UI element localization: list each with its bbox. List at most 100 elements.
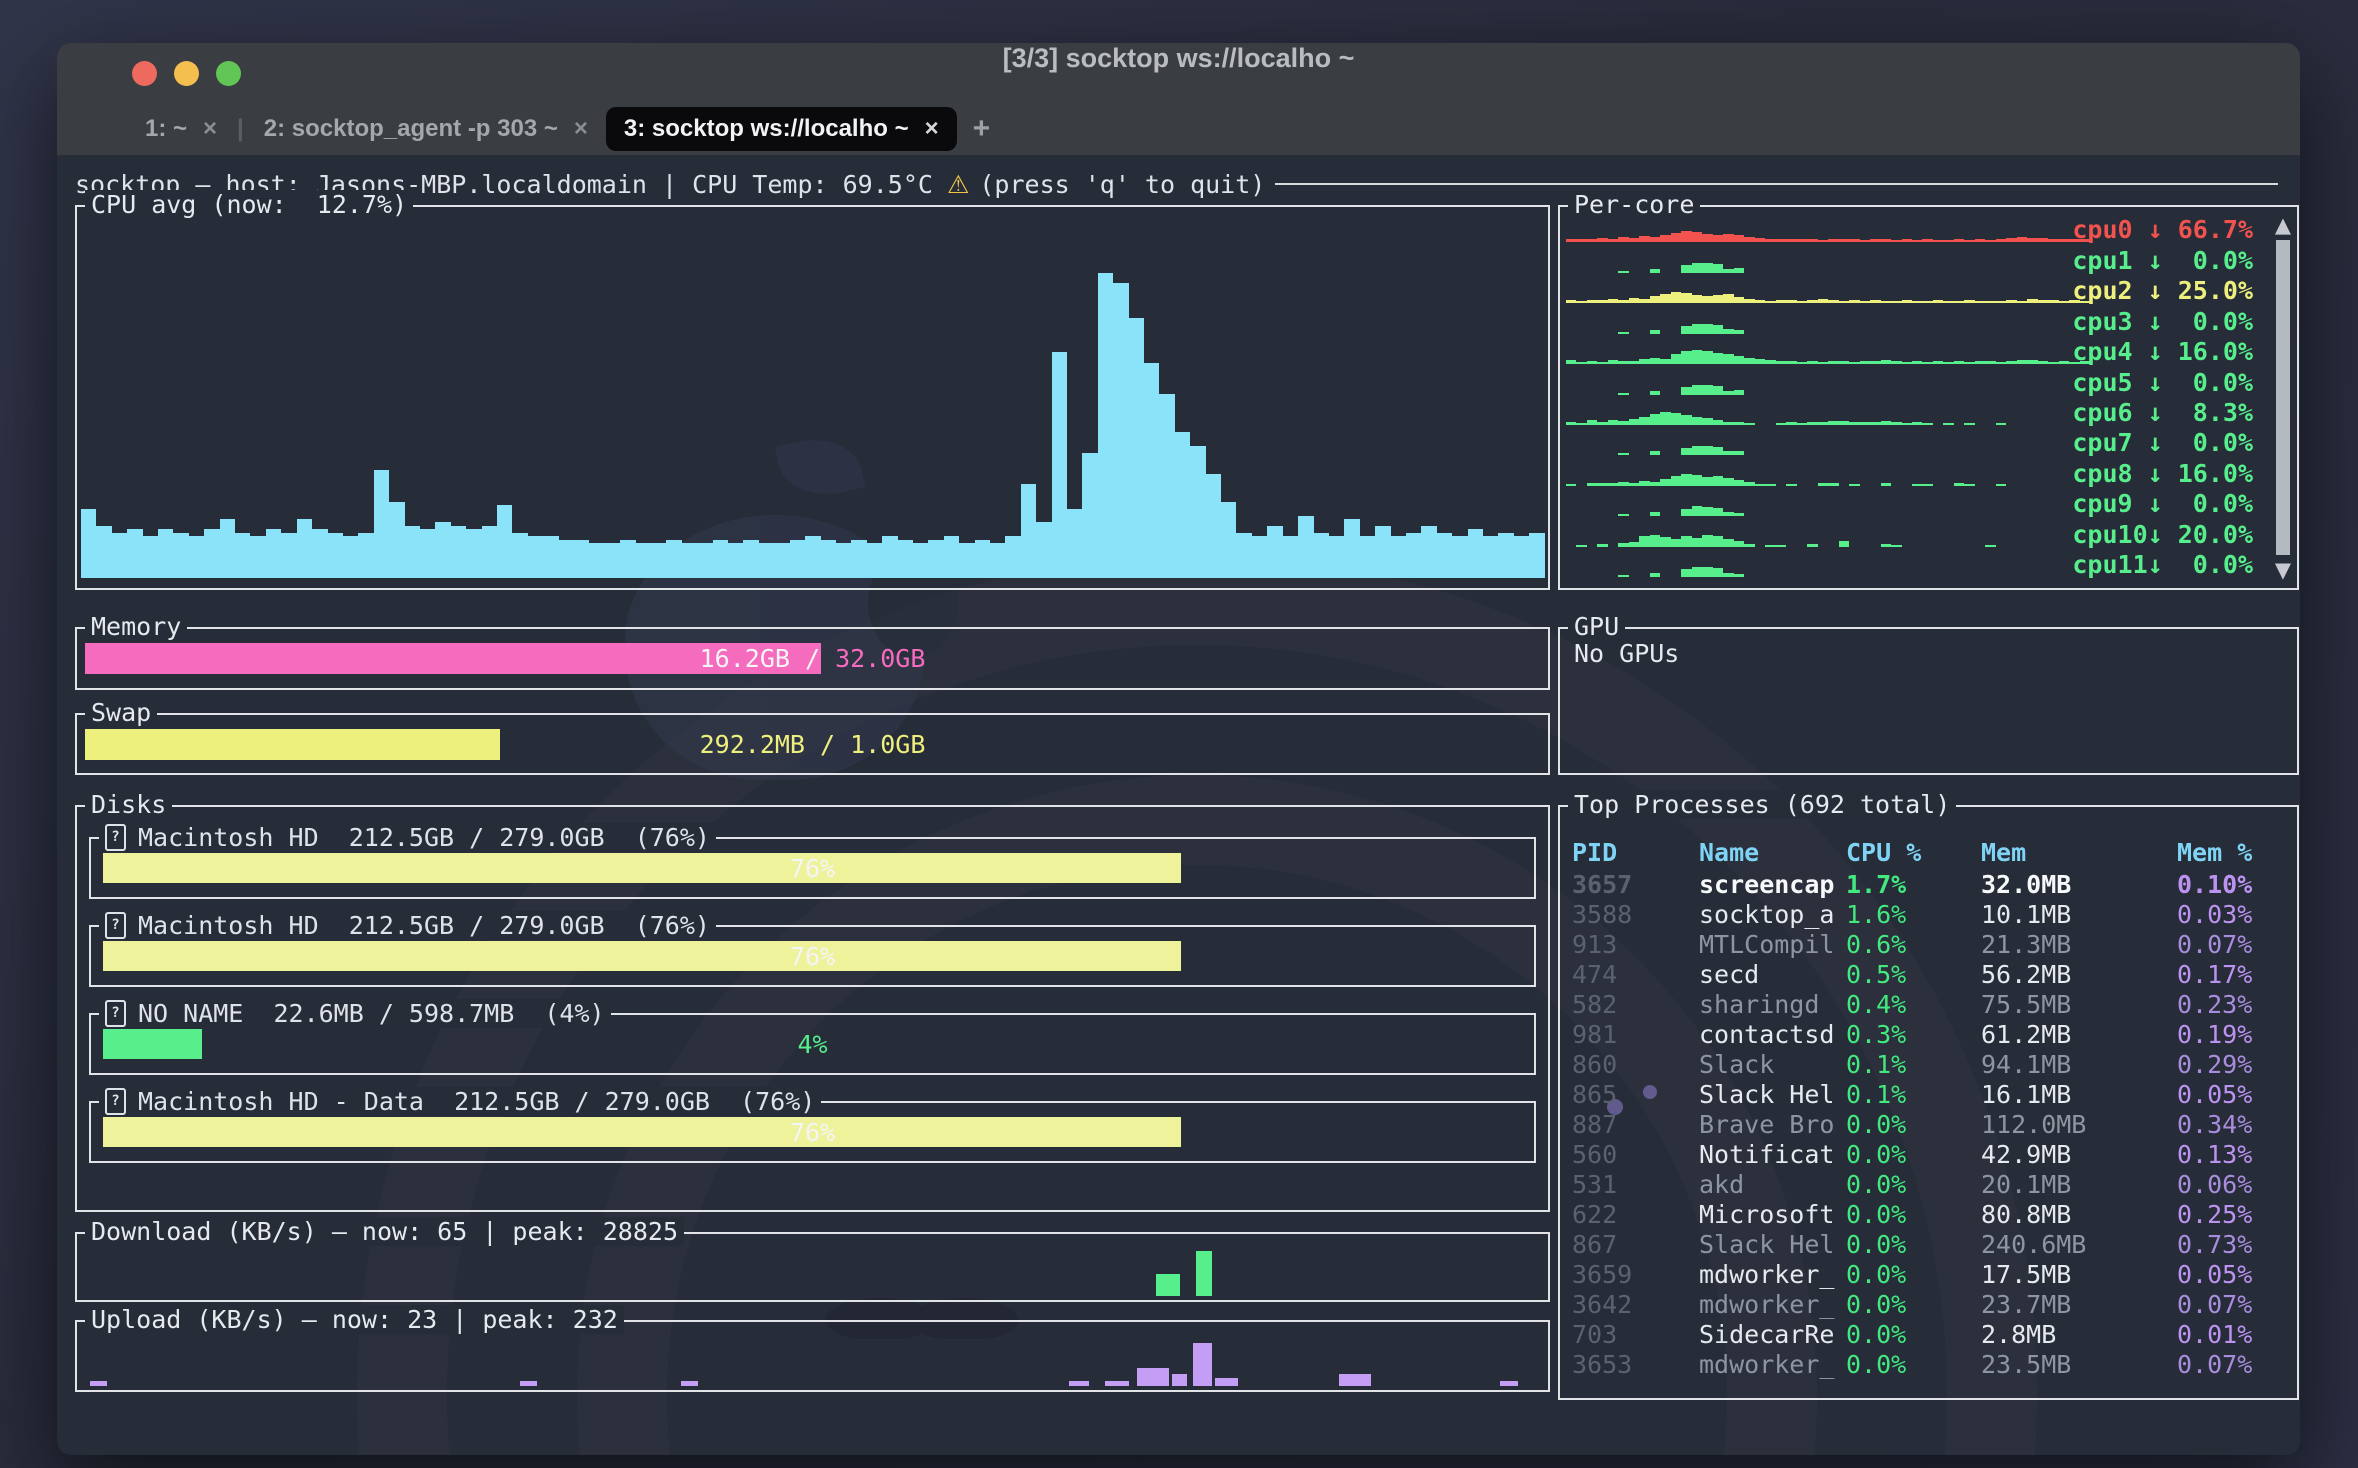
scroll-down-icon[interactable]: ▼ <box>2275 558 2291 582</box>
disk-info: Macintosh HD 212.5GB / 279.0GB (76%) <box>138 823 710 852</box>
spark-bar <box>1702 418 1712 425</box>
spark-bar <box>1723 329 1733 334</box>
spark-bar <box>1922 239 1932 242</box>
cpu-history-bar <box>821 540 836 578</box>
spark-bar <box>1891 361 1901 364</box>
spark-bar <box>1713 447 1723 456</box>
spark-bar <box>1723 512 1733 516</box>
spark-bar <box>1681 474 1691 486</box>
process-name: Brave Bro <box>1699 1110 1846 1139</box>
core-sparkline <box>1566 552 2090 577</box>
core-label: cpu6 ↓ 8.3% <box>2072 398 2253 427</box>
upload-bar <box>1069 1381 1089 1386</box>
spark-bar <box>1618 482 1628 486</box>
disk-panel: ?NO NAME 22.6MB / 598.7MB (4%)4% <box>89 1013 1536 1075</box>
cpu-history-bar <box>636 543 651 578</box>
spark-bar <box>1996 301 2006 304</box>
tab-3[interactable]: 3: socktop ws://localho ~× <box>606 107 957 151</box>
tab-close-icon[interactable]: × <box>925 115 939 143</box>
process-mem: 80.8MB <box>1981 1200 2177 1229</box>
spark-bar <box>1776 239 1786 242</box>
spark-bar <box>1576 239 1586 242</box>
spark-bar <box>1639 236 1649 242</box>
spark-bar <box>1744 299 1754 303</box>
spark-bar <box>1734 422 1744 425</box>
spark-bar <box>1765 301 1775 304</box>
tab-1[interactable]: 1: ~× <box>127 107 235 151</box>
cpu-history-bar <box>1129 318 1144 578</box>
cpu-history-bar <box>1391 536 1406 578</box>
spark-bar <box>1692 538 1702 547</box>
spark-bar <box>1975 239 1985 242</box>
spark-bar <box>1849 362 1859 365</box>
upload-panel: Upload (KB/s) — now: 23 | peak: 232 <box>75 1320 1550 1392</box>
process-cpu: 0.1% <box>1846 1050 1981 1079</box>
spark-bar <box>1860 361 1870 364</box>
spark-bar <box>1734 330 1744 334</box>
spark-bar <box>1618 332 1628 334</box>
spark-bar <box>1849 484 1859 486</box>
memory-gauge-label: 16.2GB / 32.0GB <box>85 643 1540 674</box>
spark-bar <box>1912 484 1922 486</box>
spark-bar <box>1849 422 1859 425</box>
cpu-history-bar <box>620 540 635 578</box>
cpu-history-bar <box>1098 273 1113 578</box>
spark-bar <box>1881 544 1891 547</box>
spark-bar <box>1954 361 1964 364</box>
core-label: cpu7 ↓ 0.0% <box>2072 428 2253 457</box>
cpu-history-bar <box>297 519 312 578</box>
cpu-history-bar <box>1314 533 1329 578</box>
spark-bar <box>1996 362 2006 365</box>
minimize-button[interactable] <box>174 61 199 86</box>
cpu-history-bar <box>990 543 1005 578</box>
spark-bar <box>2038 300 2048 304</box>
spark-bar <box>1681 536 1691 547</box>
spark-bar <box>1629 483 1639 486</box>
cpu-avg-panel: CPU avg (now: 12.7%) <box>75 205 1550 590</box>
tab-2[interactable]: 2: socktop_agent -p 303 ~× <box>246 107 606 151</box>
spark-bar <box>1681 569 1691 577</box>
process-cpu: 0.0% <box>1846 1170 1981 1199</box>
spark-bar <box>1776 361 1786 364</box>
process-mem: 10.1MB <box>1981 900 2177 929</box>
spark-bar <box>2048 300 2058 303</box>
spark-bar <box>1776 545 1786 547</box>
core-label: cpu2 ↓ 25.0% <box>2072 276 2253 305</box>
spark-bar <box>2006 238 2016 242</box>
process-memp: 0.34% <box>2177 1110 2287 1139</box>
download-bar <box>1196 1251 1212 1296</box>
window-titlebar[interactable]: [3/3] socktop ws://localho ~ <box>57 43 2300 103</box>
cpu-history-bar <box>574 540 589 578</box>
spark-bar <box>1849 239 1859 242</box>
cpu-history-bar <box>343 536 358 578</box>
spark-bar <box>1692 417 1702 425</box>
cpu-history-bar <box>204 529 219 578</box>
spark-bar <box>2048 239 2058 242</box>
download-panel: Download (KB/s) — now: 65 | peak: 28825 <box>75 1232 1550 1302</box>
per-core-panel: Per-core cpu0 ↓ 66.7%cpu1 ↓ 0.0%cpu2 ↓ 2… <box>1558 205 2299 590</box>
cpu-history-bar <box>250 536 265 578</box>
scroll-up-icon[interactable]: ▲ <box>2275 213 2291 237</box>
spark-bar <box>1692 475 1702 486</box>
spark-bar <box>1954 483 1964 486</box>
scrollbar-thumb[interactable] <box>2276 240 2290 555</box>
cpu-history-bar <box>266 529 281 578</box>
spark-bar <box>1723 451 1733 455</box>
new-tab-button[interactable]: + <box>973 112 991 146</box>
cpu-history-bar <box>713 540 728 578</box>
tab-close-icon[interactable]: × <box>203 115 217 143</box>
close-button[interactable] <box>132 61 157 86</box>
tab-close-icon[interactable]: × <box>574 115 588 143</box>
spark-bar <box>1943 240 1953 243</box>
process-table-rows: 3657screencap1.7%32.0MB0.10%3588socktop_… <box>1572 869 2287 1394</box>
process-table-header: PIDNameCPU %MemMem % <box>1572 837 2287 867</box>
upload-bar <box>1215 1378 1238 1386</box>
cpu-history-bar <box>589 543 604 578</box>
spark-bar <box>1566 422 1576 425</box>
core-row-cpu8: cpu8 ↓ 16.0% <box>1566 458 2253 488</box>
maximize-button[interactable] <box>216 61 241 86</box>
spark-bar <box>2027 299 2037 303</box>
scrollbar[interactable]: ▲ ▼ <box>2274 213 2292 582</box>
core-row-cpu1: cpu1 ↓ 0.0% <box>1566 245 2253 275</box>
spark-bar <box>1692 232 1702 242</box>
